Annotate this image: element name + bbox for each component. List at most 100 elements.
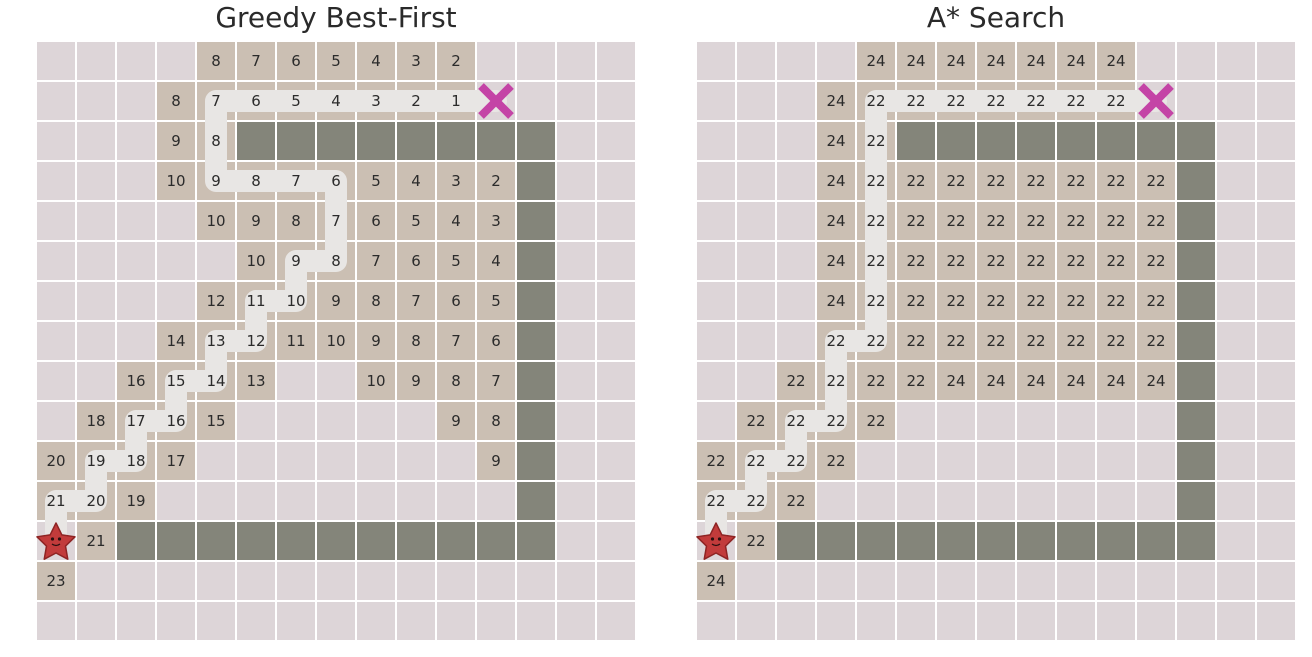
grid-cell: [1096, 481, 1136, 521]
grid-cell: [1016, 441, 1056, 481]
grid-cell: [596, 161, 636, 201]
cost-label: 2: [491, 172, 501, 190]
grid-cell: [736, 601, 776, 641]
grid-cell: [516, 561, 556, 601]
grid-cell: [1176, 41, 1216, 81]
grid-cell: [436, 561, 476, 601]
cost-label: 9: [171, 132, 181, 150]
cost-label: 5: [491, 292, 501, 310]
grid-cell: [556, 161, 596, 201]
wall-cell: [896, 521, 936, 561]
cost-label: 8: [371, 292, 381, 310]
grid-cell: [816, 561, 856, 601]
wall-cell: [236, 521, 276, 561]
grid-cell: [1256, 41, 1296, 81]
cost-label: 22: [866, 132, 885, 150]
grid-cell: [116, 161, 156, 201]
grid-cell: [156, 561, 196, 601]
cost-label: 8: [171, 92, 181, 110]
wall-cell: [1016, 521, 1056, 561]
cost-label: 6: [331, 172, 341, 190]
cost-label: 24: [1106, 52, 1125, 70]
wall-cell: [516, 441, 556, 481]
cost-label: 22: [906, 252, 925, 270]
grid-cell: [116, 321, 156, 361]
grid-cell: [856, 481, 896, 521]
grid-cell: [436, 441, 476, 481]
grid-cell: [696, 241, 736, 281]
cost-label: 6: [411, 252, 421, 270]
cost-label: 5: [331, 52, 341, 70]
grid-cell: [316, 441, 356, 481]
grid-cell: [936, 481, 976, 521]
grid-cell: [76, 121, 116, 161]
cost-label: 24: [826, 132, 845, 150]
cost-label: 22: [946, 332, 965, 350]
grid-cell: [556, 81, 596, 121]
grid-cell: [36, 121, 76, 161]
grid-cell: [516, 81, 556, 121]
grid-cell: [1256, 601, 1296, 641]
grid-cell: [156, 201, 196, 241]
cost-label: 22: [1026, 212, 1045, 230]
cost-label: 22: [866, 212, 885, 230]
cost-label: 17: [166, 452, 185, 470]
cost-label: 24: [1026, 372, 1045, 390]
wall-cell: [396, 521, 436, 561]
grid-cell: [816, 601, 856, 641]
cost-label: 22: [1146, 172, 1165, 190]
grid-cell: [116, 81, 156, 121]
grid-cell: [1096, 441, 1136, 481]
cost-label: 22: [1146, 212, 1165, 230]
cost-label: 4: [331, 92, 341, 110]
cost-label: 12: [206, 292, 225, 310]
grid-cell: [776, 201, 816, 241]
grid-cell: [1136, 401, 1176, 441]
grid-cell: [1136, 441, 1176, 481]
cost-label: 14: [166, 332, 185, 350]
grid-cell: [1256, 441, 1296, 481]
cost-label: 21: [86, 532, 105, 550]
grid-cell: [76, 281, 116, 321]
wall-cell: [976, 121, 1016, 161]
wall-cell: [1056, 521, 1096, 561]
wall-cell: [1096, 521, 1136, 561]
grid-cell: [316, 361, 356, 401]
wall-cell: [1176, 241, 1216, 281]
cost-label: 9: [371, 332, 381, 350]
grid-cell: [696, 201, 736, 241]
grid-cell: [896, 441, 936, 481]
cost-label: 22: [1106, 292, 1125, 310]
grid-cell: [596, 241, 636, 281]
cost-label: 15: [166, 372, 185, 390]
cost-label: 24: [826, 252, 845, 270]
grid-cell: [1216, 161, 1256, 201]
cost-label: 6: [451, 292, 461, 310]
grid-cell: [196, 561, 236, 601]
grid-cell: [896, 601, 936, 641]
wall-cell: [1176, 401, 1216, 441]
cost-label: 22: [906, 372, 925, 390]
cost-label: 24: [826, 172, 845, 190]
grid-cell: [976, 401, 1016, 441]
cost-label: 10: [286, 292, 305, 310]
cost-label: 22: [866, 92, 885, 110]
cost-label: 22: [986, 92, 1005, 110]
cost-label: 8: [291, 212, 301, 230]
grid-cell: [396, 561, 436, 601]
cost-label: 19: [86, 452, 105, 470]
grid-cell: [156, 481, 196, 521]
grid-cell: [696, 161, 736, 201]
grid-cell: [556, 521, 596, 561]
cost-label: 22: [906, 172, 925, 190]
grid-cell: [396, 481, 436, 521]
grid-cell: [396, 401, 436, 441]
grid-cell: [556, 41, 596, 81]
cost-label: 7: [411, 292, 421, 310]
grid-cell: [1016, 561, 1056, 601]
grid-cell: [1056, 561, 1096, 601]
wall-cell: [1176, 361, 1216, 401]
wall-cell: [896, 121, 936, 161]
wall-cell: [516, 481, 556, 521]
grid-cell: [776, 41, 816, 81]
